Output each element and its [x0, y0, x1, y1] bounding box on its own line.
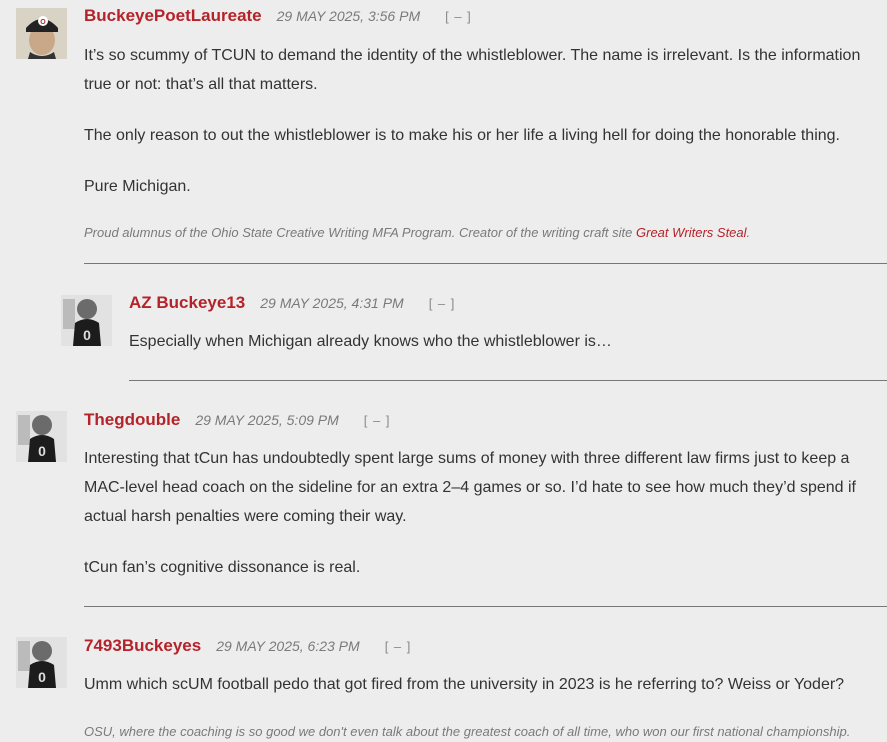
- avatar[interactable]: 0: [61, 295, 112, 346]
- collapse-toggle[interactable]: [ – ]: [445, 9, 472, 24]
- avatar[interactable]: 0: [16, 637, 67, 688]
- signature-link[interactable]: Great Writers Steal: [636, 225, 747, 240]
- comment-body: Interesting that tCun has undoubtedly sp…: [84, 444, 887, 604]
- collapse-toggle[interactable]: [ – ]: [364, 413, 391, 428]
- comment-date: 29 MAY 2025, 4:31 PM: [260, 295, 404, 311]
- svg-text:0: 0: [38, 669, 46, 685]
- comment-paragraph: Umm which scUM football pedo that got fi…: [84, 676, 845, 693]
- signature-text: OSU, where the coaching is so good we do…: [84, 724, 851, 739]
- comment-body: Umm which scUM football pedo that got fi…: [84, 670, 887, 721]
- comment-paragraph: It’s so scummy of TCUN to demand the ide…: [84, 47, 861, 93]
- comment-body: Especially when Michigan already knows w…: [129, 327, 887, 378]
- brutus-avatar-icon: 0: [16, 411, 67, 462]
- brutus-avatar-icon: 0: [61, 295, 112, 346]
- comment-header: Thegdouble 29 MAY 2025, 5:09 PM [ – ]: [84, 408, 390, 432]
- author-link[interactable]: BuckeyePoetLaureate: [84, 6, 262, 26]
- comment-header: AZ Buckeye13 29 MAY 2025, 4:31 PM [ – ]: [129, 291, 455, 315]
- avatar[interactable]: 0: [16, 411, 67, 462]
- comment-paragraph: Pure Michigan.: [84, 178, 191, 195]
- collapse-toggle[interactable]: [ – ]: [385, 639, 412, 654]
- comment-body: It’s so scummy of TCUN to demand the ide…: [84, 41, 887, 223]
- comment-divider: [84, 606, 887, 607]
- author-link[interactable]: Thegdouble: [84, 410, 180, 430]
- comment-paragraph: tCun fan’s cognitive dissonance is real.: [84, 559, 361, 576]
- signature-text: Proud alumnus of the Ohio State Creative…: [84, 225, 636, 240]
- comment-divider: [84, 263, 887, 264]
- svg-text:0: 0: [83, 327, 91, 343]
- comment-header: 7493Buckeyes 29 MAY 2025, 6:23 PM [ – ]: [84, 634, 411, 658]
- user-signature: OSU, where the coaching is so good we do…: [84, 724, 850, 739]
- comment-paragraph: Interesting that tCun has undoubtedly sp…: [84, 450, 856, 525]
- poet-avatar-icon: O: [16, 8, 67, 59]
- comment-date: 29 MAY 2025, 5:09 PM: [195, 412, 339, 428]
- comment-divider: [129, 380, 887, 381]
- comment-header: BuckeyePoetLaureate 29 MAY 2025, 3:56 PM…: [84, 4, 472, 28]
- author-link[interactable]: AZ Buckeye13: [129, 293, 245, 313]
- author-link[interactable]: 7493Buckeyes: [84, 636, 201, 656]
- comment-paragraph: The only reason to out the whistleblower…: [84, 127, 840, 144]
- comment-date: 29 MAY 2025, 6:23 PM: [216, 638, 360, 654]
- svg-text:O: O: [40, 19, 46, 26]
- avatar[interactable]: O: [16, 8, 67, 59]
- user-signature: Proud alumnus of the Ohio State Creative…: [84, 225, 750, 240]
- collapse-toggle[interactable]: [ – ]: [429, 296, 456, 311]
- brutus-avatar-icon: 0: [16, 637, 67, 688]
- comment-paragraph: Especially when Michigan already knows w…: [129, 333, 612, 350]
- signature-end: .: [746, 225, 751, 240]
- comment-date: 29 MAY 2025, 3:56 PM: [276, 8, 421, 24]
- svg-text:0: 0: [38, 443, 46, 459]
